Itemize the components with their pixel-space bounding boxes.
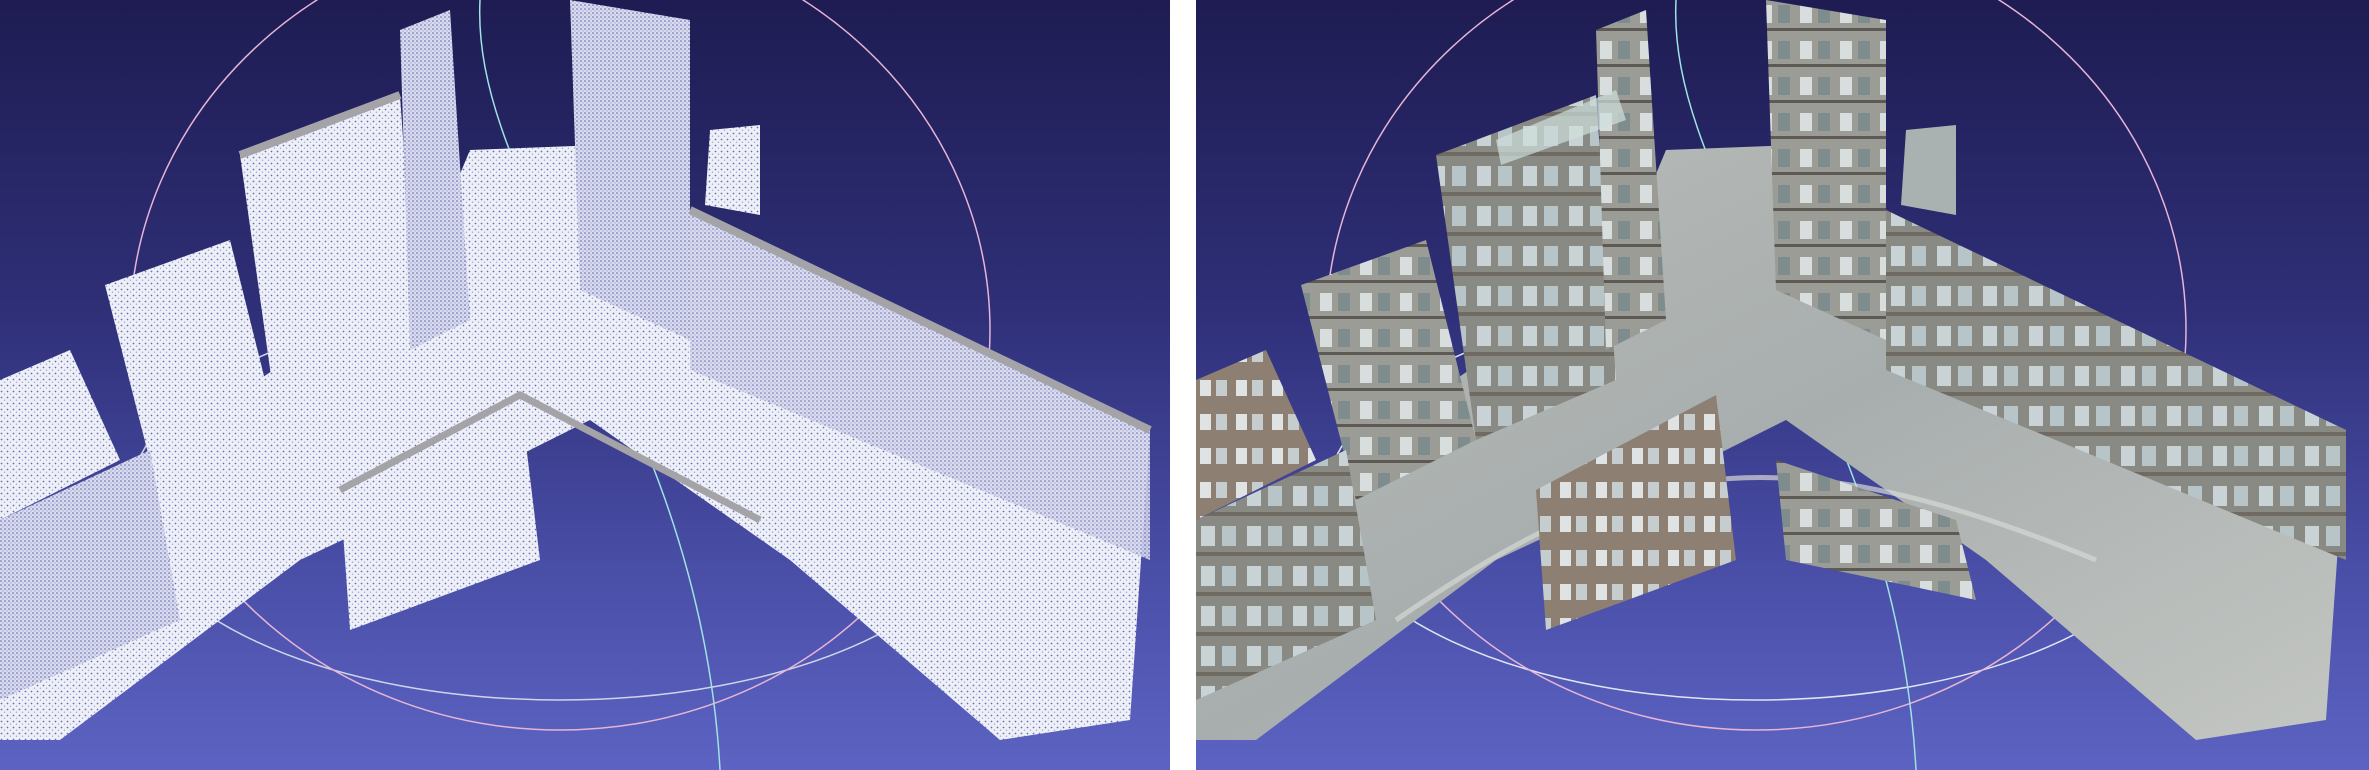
textured-mesh-scene (1196, 0, 2346, 770)
point-cloud-fragment (705, 125, 760, 215)
building-facade (1596, 10, 1666, 350)
point-cloud-wall (400, 10, 470, 350)
textured-mesh-viewport[interactable] (1196, 0, 2369, 770)
point-cloud-viewport[interactable] (0, 0, 1170, 770)
building-facade (1766, 0, 1886, 340)
point-cloud-scene (0, 0, 1152, 770)
mesh-fragment (1901, 125, 1956, 215)
point-cloud-wall (570, 0, 690, 340)
